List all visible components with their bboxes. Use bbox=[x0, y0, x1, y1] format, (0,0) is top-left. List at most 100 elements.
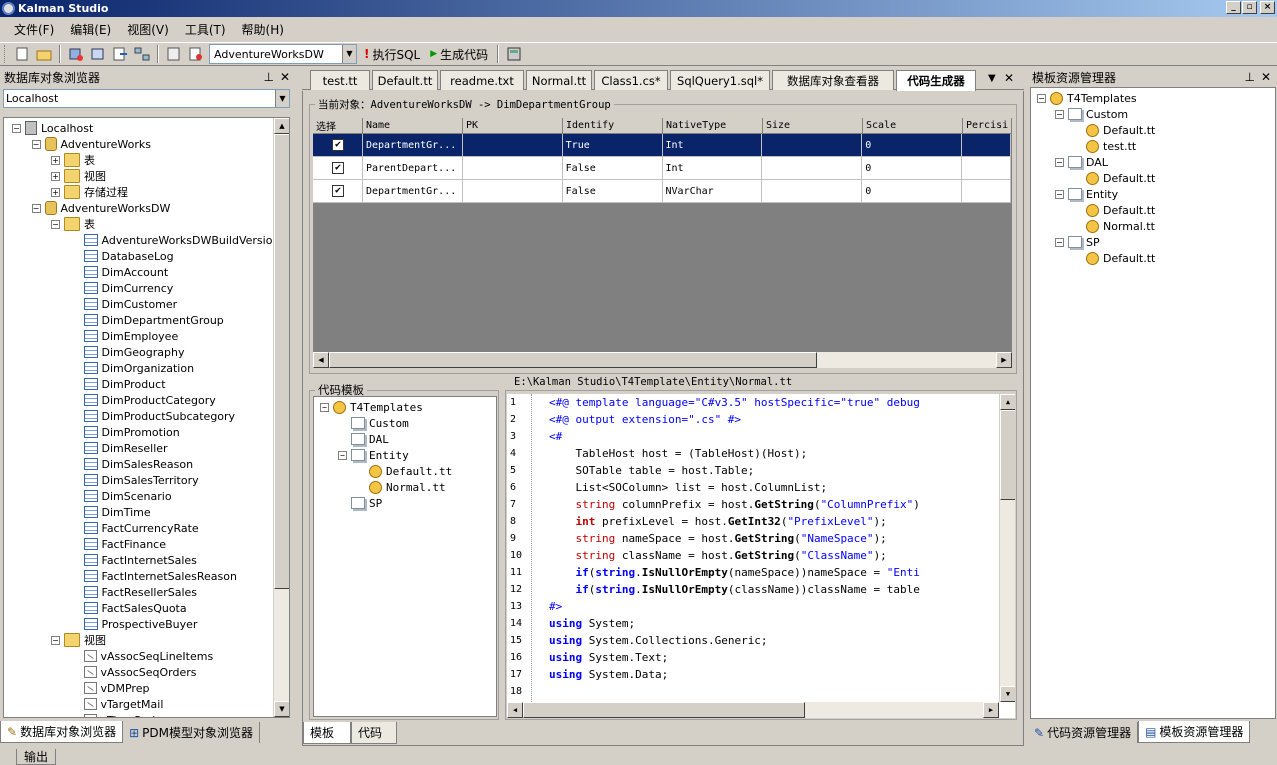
grid-column-header[interactable]: 选择 bbox=[313, 118, 363, 134]
tree-node[interactable]: DimReseller bbox=[71, 440, 168, 456]
tree-node[interactable]: − AdventureWorksDW bbox=[31, 200, 170, 216]
open-folder-icon[interactable] bbox=[35, 45, 53, 63]
tab-class1-cs[interactable]: Class1.cs* bbox=[594, 70, 668, 90]
tab-default-tt[interactable]: Default.tt bbox=[372, 70, 438, 90]
menu-tools[interactable]: 工具(T) bbox=[177, 19, 234, 40]
query-icon[interactable] bbox=[187, 45, 205, 63]
grid-cell[interactable]: ✔ bbox=[313, 180, 363, 203]
tab-pdm-browser[interactable]: ⊞ PDM模型对象浏览器 bbox=[123, 722, 260, 743]
tree-node[interactable]: vTargetMail bbox=[71, 696, 163, 712]
tree-node[interactable]: − 视图 bbox=[51, 632, 106, 648]
expand-toggle-icon[interactable]: − bbox=[1055, 109, 1064, 119]
tree-node[interactable]: DimAccount bbox=[71, 264, 168, 280]
tree-node[interactable]: − AdventureWorks bbox=[31, 136, 151, 152]
chevron-down-icon[interactable]: ▼ bbox=[342, 45, 356, 63]
expand-toggle-icon[interactable]: − bbox=[31, 139, 41, 149]
tree-node[interactable]: DimTime bbox=[71, 504, 151, 520]
tree-node[interactable]: FactCurrencyRate bbox=[71, 520, 199, 536]
tab-list-icon[interactable]: ▼ bbox=[988, 73, 996, 84]
grid-column-header[interactable]: Name bbox=[363, 118, 463, 134]
tree-node[interactable]: DimCurrency bbox=[71, 280, 173, 296]
close-icon[interactable]: ✕ bbox=[280, 70, 290, 84]
grid-cell[interactable]: ✔ bbox=[313, 134, 363, 157]
tree-node[interactable]: FactFinance bbox=[71, 536, 166, 552]
expand-toggle-icon[interactable]: − bbox=[1055, 157, 1064, 167]
scroll-thumb[interactable] bbox=[1000, 410, 1015, 500]
tree-node[interactable]: DimPromotion bbox=[71, 424, 180, 440]
tree-node[interactable]: DimEmployee bbox=[71, 328, 178, 344]
tree-node[interactable]: Default.tt bbox=[1073, 170, 1155, 186]
expand-toggle-icon[interactable]: + bbox=[51, 171, 60, 181]
select-checkbox[interactable]: ✔ bbox=[332, 185, 344, 197]
expand-toggle-icon[interactable]: − bbox=[12, 123, 21, 133]
tree-node[interactable]: DimDepartmentGroup bbox=[71, 312, 224, 328]
scroll-right-icon[interactable]: ▶ bbox=[996, 352, 1012, 368]
tab-db-object-viewer[interactable]: 数据库对象查看器 bbox=[772, 70, 894, 90]
tree-node[interactable]: + 表 bbox=[51, 152, 95, 168]
grid-column-header[interactable]: Percisi bbox=[963, 118, 1012, 134]
close-icon[interactable]: ✕ bbox=[1261, 70, 1271, 84]
tree-node[interactable]: + 存储过程 bbox=[51, 184, 128, 200]
tree-node[interactable]: DimProductCategory bbox=[71, 392, 216, 408]
minimize-button[interactable]: _ bbox=[1226, 1, 1241, 14]
tab-code-generator[interactable]: 代码生成器 bbox=[896, 70, 976, 91]
scroll-thumb[interactable] bbox=[274, 134, 289, 589]
export-icon[interactable] bbox=[111, 45, 129, 63]
menu-view[interactable]: 视图(V) bbox=[119, 19, 177, 40]
grid-column-header[interactable]: NativeType bbox=[663, 118, 763, 134]
tree-node[interactable]: test.tt bbox=[1073, 138, 1136, 154]
tree-node[interactable]: FactResellerSales bbox=[71, 584, 197, 600]
output-tab[interactable]: 输出 bbox=[16, 749, 56, 765]
scroll-left-icon[interactable]: ◀ bbox=[313, 352, 329, 368]
grid-cell[interactable]: ✔ bbox=[313, 157, 363, 180]
generate-code-button[interactable]: ▶ 生成代码 bbox=[427, 46, 491, 63]
properties-icon[interactable] bbox=[165, 45, 183, 63]
table-row[interactable]: ✔ DepartmentGr... False NVarChar 0 bbox=[313, 180, 1012, 203]
close-button[interactable]: × bbox=[1260, 1, 1275, 14]
server-select[interactable]: Localhost ▼ bbox=[3, 89, 290, 108]
tab-test-tt[interactable]: test.tt bbox=[310, 70, 370, 90]
table-row[interactable]: ✔ DepartmentGr... True Int 0 bbox=[313, 134, 1012, 157]
grid-column-header[interactable]: Size bbox=[763, 118, 863, 134]
tab-code[interactable]: 代码 bbox=[351, 722, 397, 744]
tree-node[interactable]: Normal.tt bbox=[356, 479, 446, 495]
tree-node[interactable]: Normal.tt bbox=[1073, 218, 1155, 234]
tree-node[interactable]: ProspectiveBuyer bbox=[71, 616, 197, 632]
scroll-down-icon[interactable]: ▼ bbox=[274, 701, 289, 717]
tab-db-object-browser[interactable]: ✎ 数据库对象浏览器 bbox=[0, 721, 124, 743]
chevron-down-icon[interactable]: ▼ bbox=[275, 90, 289, 107]
scroll-thumb[interactable] bbox=[523, 702, 805, 718]
table-row[interactable]: ✔ ParentDepart... False Int 0 bbox=[313, 157, 1012, 180]
tab-sqlquery1[interactable]: SqlQuery1.sql* bbox=[670, 70, 770, 90]
scroll-up-icon[interactable]: ▲ bbox=[274, 118, 289, 134]
expand-toggle-icon[interactable]: − bbox=[1037, 93, 1046, 103]
expand-toggle-icon[interactable]: − bbox=[1055, 189, 1064, 199]
editor-scrollbar[interactable]: ▲ ▼ bbox=[999, 394, 1015, 702]
refresh-icon[interactable] bbox=[89, 45, 107, 63]
tree-node[interactable]: FactSalesQuota bbox=[71, 600, 187, 616]
tree-node[interactable]: DimCustomer bbox=[71, 296, 177, 312]
select-checkbox[interactable]: ✔ bbox=[332, 139, 344, 151]
tree-node[interactable]: DatabaseLog bbox=[71, 248, 174, 264]
calculator-icon[interactable] bbox=[505, 45, 523, 63]
tab-template[interactable]: 模板 bbox=[303, 722, 351, 744]
grid-column-header[interactable]: Scale bbox=[863, 118, 963, 134]
tree-node[interactable]: DimSalesTerritory bbox=[71, 472, 199, 488]
scroll-down-icon[interactable]: ▼ bbox=[1000, 686, 1015, 702]
menu-help[interactable]: 帮助(H) bbox=[234, 19, 292, 40]
diagram-icon[interactable] bbox=[133, 45, 151, 63]
tree-node[interactable]: DAL bbox=[338, 431, 389, 447]
tree-node[interactable]: DimGeography bbox=[71, 344, 184, 360]
new-file-icon[interactable] bbox=[13, 45, 31, 63]
tab-template-explorer[interactable]: ▤ 模板资源管理器 bbox=[1138, 721, 1251, 743]
tree-node[interactable]: vAssocSeqLineItems bbox=[71, 648, 213, 664]
menu-file[interactable]: 文件(F) bbox=[6, 19, 62, 40]
tree-node[interactable]: + 视图 bbox=[51, 168, 106, 184]
expand-toggle-icon[interactable]: − bbox=[1055, 237, 1064, 247]
expand-toggle-icon[interactable]: − bbox=[338, 450, 347, 460]
tree-node[interactable]: − 表 bbox=[51, 216, 95, 232]
tree-node[interactable]: Default.tt bbox=[1073, 250, 1155, 266]
code-editor[interactable]: 1 <#@ template language="C#v3.5" hostSpec… bbox=[507, 394, 1015, 718]
tab-code-explorer[interactable]: ✎ 代码资源管理器 bbox=[1028, 722, 1139, 743]
tree-node[interactable]: DimProductSubcategory bbox=[71, 408, 235, 424]
